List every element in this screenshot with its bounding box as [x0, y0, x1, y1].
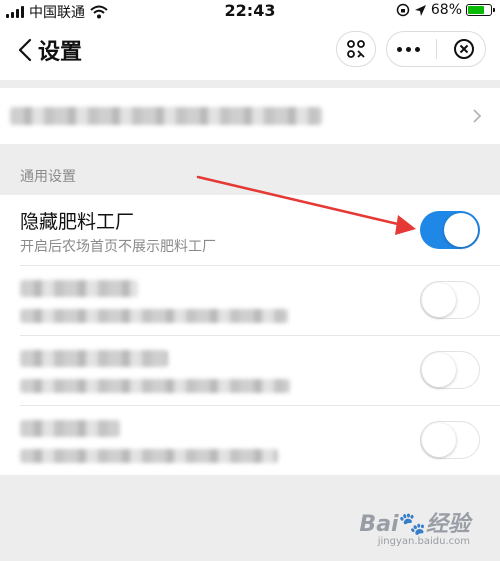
- account-row[interactable]: [0, 88, 500, 144]
- back-icon[interactable]: [18, 38, 32, 62]
- capsule-buttons: [336, 31, 486, 67]
- setting-item-2: [0, 265, 500, 335]
- rotation-lock-icon: [396, 3, 410, 17]
- blurred-title: [20, 350, 168, 367]
- settings-list: 隐藏肥料工厂 开启后农场首页不展示肥料工厂: [0, 195, 500, 475]
- chevron-right-icon: [473, 109, 482, 123]
- toggle-switch[interactable]: [420, 211, 480, 249]
- nav-bar: 设置: [0, 22, 500, 80]
- watermark: Bai🐾经验 jingyan.baidu.com: [359, 512, 470, 547]
- toggle-switch[interactable]: [420, 351, 480, 389]
- setting-hide-fertilizer-factory: 隐藏肥料工厂 开启后农场首页不展示肥料工厂: [0, 195, 500, 265]
- capsule-divider: [436, 39, 437, 59]
- location-icon: [414, 4, 426, 16]
- status-bar: 中国联通 22:43 68%: [0, 0, 500, 22]
- page-title: 设置: [38, 40, 83, 65]
- setting-item-3: [0, 335, 500, 405]
- more-icon[interactable]: [397, 46, 420, 52]
- toggle-switch[interactable]: [420, 281, 480, 319]
- close-icon[interactable]: [453, 38, 475, 60]
- section-label: 通用设置: [20, 169, 76, 185]
- setting-subtitle: 开启后农场首页不展示肥料工厂: [20, 239, 216, 255]
- capsule-menu: [386, 31, 486, 67]
- back-button[interactable]: 设置: [18, 34, 82, 66]
- blurred-title: [20, 280, 138, 297]
- battery-percent: 68%: [430, 2, 462, 18]
- setting-item-4: [0, 405, 500, 475]
- setting-title: 隐藏肥料工厂: [20, 211, 135, 233]
- blurred-subtitle: [20, 309, 288, 323]
- scan-icon: [347, 40, 365, 58]
- blurred-account-info: [10, 107, 322, 125]
- blurred-subtitle: [20, 449, 278, 463]
- toggle-switch[interactable]: [420, 421, 480, 459]
- blurred-title: [20, 420, 120, 437]
- battery-icon: [466, 4, 495, 16]
- blurred-subtitle: [20, 379, 290, 393]
- scan-button[interactable]: [336, 31, 376, 67]
- status-right: 68%: [396, 2, 495, 18]
